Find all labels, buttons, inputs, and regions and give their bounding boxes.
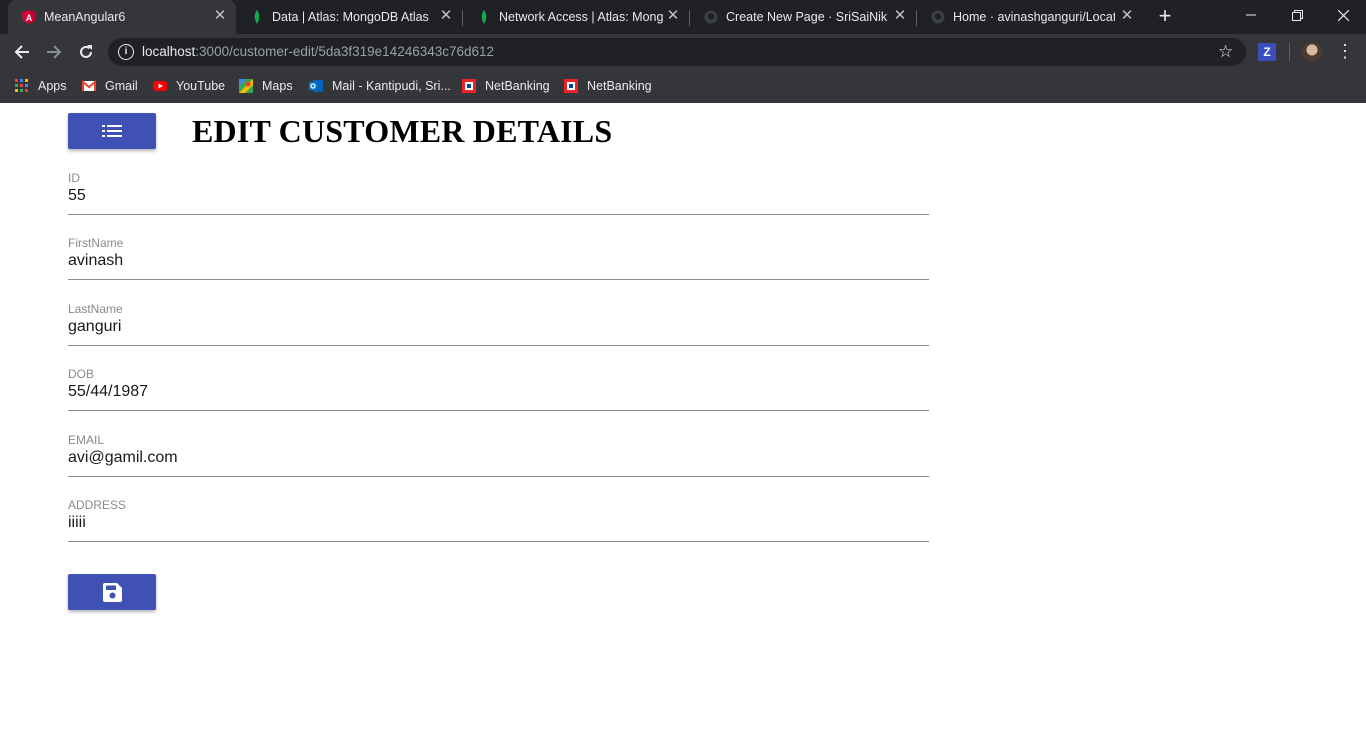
svg-text:A: A: [26, 13, 33, 23]
bookmark-label: Maps: [262, 79, 293, 93]
angular-icon: A: [22, 10, 36, 24]
mongodb-leaf-icon: [254, 10, 260, 24]
tab-title: MeanAngular6: [44, 10, 126, 24]
close-icon: [1337, 9, 1349, 21]
forward-button[interactable]: [41, 39, 67, 65]
field-underline: [68, 476, 929, 477]
bookmark-netbanking-2[interactable]: NetBanking: [564, 76, 652, 96]
github-icon: [704, 10, 718, 24]
list-icon: [102, 125, 122, 137]
address-input[interactable]: iiiii: [68, 514, 86, 532]
bookmark-label: YouTube: [176, 79, 226, 93]
outlook-icon: [309, 80, 323, 92]
github-icon: [931, 10, 945, 24]
address-bar[interactable]: i localhost:3000/customer-edit/5da3f319e…: [108, 38, 1246, 66]
tab-title: Data | Atlas: MongoDB Atlas: [272, 10, 429, 24]
apps-grid-icon: [15, 79, 28, 92]
bookmark-label: NetBanking: [587, 79, 652, 93]
dob-input[interactable]: 55/44/1987: [68, 383, 148, 401]
minimize-icon: [1246, 14, 1256, 16]
restore-button[interactable]: [1274, 0, 1320, 30]
restore-icon: [1291, 9, 1303, 21]
save-button[interactable]: [68, 574, 156, 610]
tab-strip: A MeanAngular6 ✕ Data | Atlas: MongoDB A…: [0, 0, 1366, 34]
lastname-field[interactable]: LastName ganguri: [68, 302, 929, 356]
tab-github-create-page[interactable]: Create New Page · SriSaiNikhil ✕: [690, 0, 916, 34]
bookmark-youtube[interactable]: YouTube: [153, 76, 225, 96]
back-button[interactable]: [9, 39, 35, 65]
field-underline: [68, 541, 929, 542]
field-underline: [68, 214, 929, 215]
save-icon: [102, 582, 122, 602]
arrow-left-icon: [14, 45, 29, 59]
address-field[interactable]: ADDRESS iiiii: [68, 498, 929, 552]
close-tab-icon[interactable]: ✕: [665, 8, 681, 24]
bookmarks-bar: Apps Gmail YouTube Maps Mail - Kantipudi…: [0, 70, 1366, 103]
firstname-field[interactable]: FirstName avinash: [68, 236, 929, 290]
tab-title: Home · avinashganguri/Locatic: [953, 10, 1115, 24]
lastname-input[interactable]: ganguri: [68, 318, 121, 336]
toolbar-divider: [1289, 43, 1290, 61]
field-label: ID: [68, 171, 80, 185]
hdfc-bank-icon: [564, 79, 578, 93]
field-label: EMAIL: [68, 433, 105, 447]
bookmark-gmail[interactable]: Gmail: [82, 76, 138, 96]
close-window-button[interactable]: [1320, 0, 1366, 30]
id-field[interactable]: ID 55: [68, 171, 929, 225]
tab-github-home[interactable]: Home · avinashganguri/Locatic ✕: [917, 0, 1143, 34]
youtube-icon: [153, 81, 167, 91]
page-content: EDIT CUSTOMER DETAILS ID 55 FirstName av…: [0, 103, 1366, 738]
new-tab-button[interactable]: +: [1154, 5, 1176, 28]
field-label: FirstName: [68, 236, 124, 250]
close-tab-icon[interactable]: ✕: [438, 8, 454, 24]
bookmark-apps[interactable]: Apps: [15, 76, 67, 96]
reload-icon: [80, 45, 92, 58]
field-label: LastName: [68, 302, 123, 316]
close-tab-icon[interactable]: ✕: [1119, 8, 1135, 24]
bookmark-label: Mail - Kantipudi, Sri...: [332, 79, 451, 93]
id-input[interactable]: 55: [68, 187, 86, 205]
mongodb-leaf-icon: [481, 10, 487, 24]
url-text: localhost:3000/customer-edit/5da3f319e14…: [142, 44, 494, 59]
bookmark-netbanking-1[interactable]: NetBanking: [462, 76, 550, 96]
tab-mongodb-network[interactable]: Network Access | Atlas: Mongo ✕: [463, 0, 689, 34]
bookmark-mail-outlook[interactable]: Mail - Kantipudi, Sri...: [309, 76, 451, 96]
page-title: EDIT CUSTOMER DETAILS: [192, 113, 613, 149]
field-underline: [68, 345, 929, 346]
site-info-icon[interactable]: i: [118, 44, 134, 60]
field-label: ADDRESS: [68, 498, 127, 512]
maps-icon: [239, 79, 253, 93]
bookmark-maps[interactable]: Maps: [239, 76, 293, 96]
close-tab-icon[interactable]: ✕: [212, 8, 228, 24]
extension-z-icon[interactable]: Z: [1258, 43, 1276, 61]
tab-title: Create New Page · SriSaiNikhil: [726, 10, 888, 24]
minimize-button[interactable]: [1228, 0, 1274, 30]
close-tab-icon[interactable]: ✕: [892, 8, 908, 24]
field-underline: [68, 410, 929, 411]
profile-avatar[interactable]: [1302, 42, 1322, 62]
bookmark-star-icon[interactable]: ☆: [1218, 42, 1233, 62]
reload-button[interactable]: [73, 39, 99, 65]
tab-mongodb-data[interactable]: Data | Atlas: MongoDB Atlas ✕: [236, 0, 462, 34]
tab-meanangular6[interactable]: A MeanAngular6 ✕: [8, 0, 236, 34]
customer-list-button[interactable]: [68, 113, 156, 149]
tab-title: Network Access | Atlas: Mongo: [499, 10, 663, 24]
email-field[interactable]: EMAIL avi@gamil.com: [68, 433, 929, 487]
field-underline: [68, 279, 929, 280]
bookmark-label: Gmail: [105, 79, 138, 93]
bookmark-label: NetBanking: [485, 79, 550, 93]
gmail-icon: [82, 80, 96, 91]
field-label: DOB: [68, 367, 95, 381]
browser-menu-icon[interactable]: ⋮: [1336, 41, 1354, 61]
hdfc-bank-icon: [462, 79, 476, 93]
url-host: localhost: [142, 44, 196, 59]
bookmark-label: Apps: [38, 79, 67, 93]
url-path: :3000/customer-edit/5da3f319e14246343c76…: [195, 44, 495, 59]
arrow-right-icon: [47, 45, 62, 59]
email-input[interactable]: avi@gamil.com: [68, 449, 178, 467]
dob-field[interactable]: DOB 55/44/1987: [68, 367, 929, 421]
firstname-input[interactable]: avinash: [68, 252, 123, 270]
